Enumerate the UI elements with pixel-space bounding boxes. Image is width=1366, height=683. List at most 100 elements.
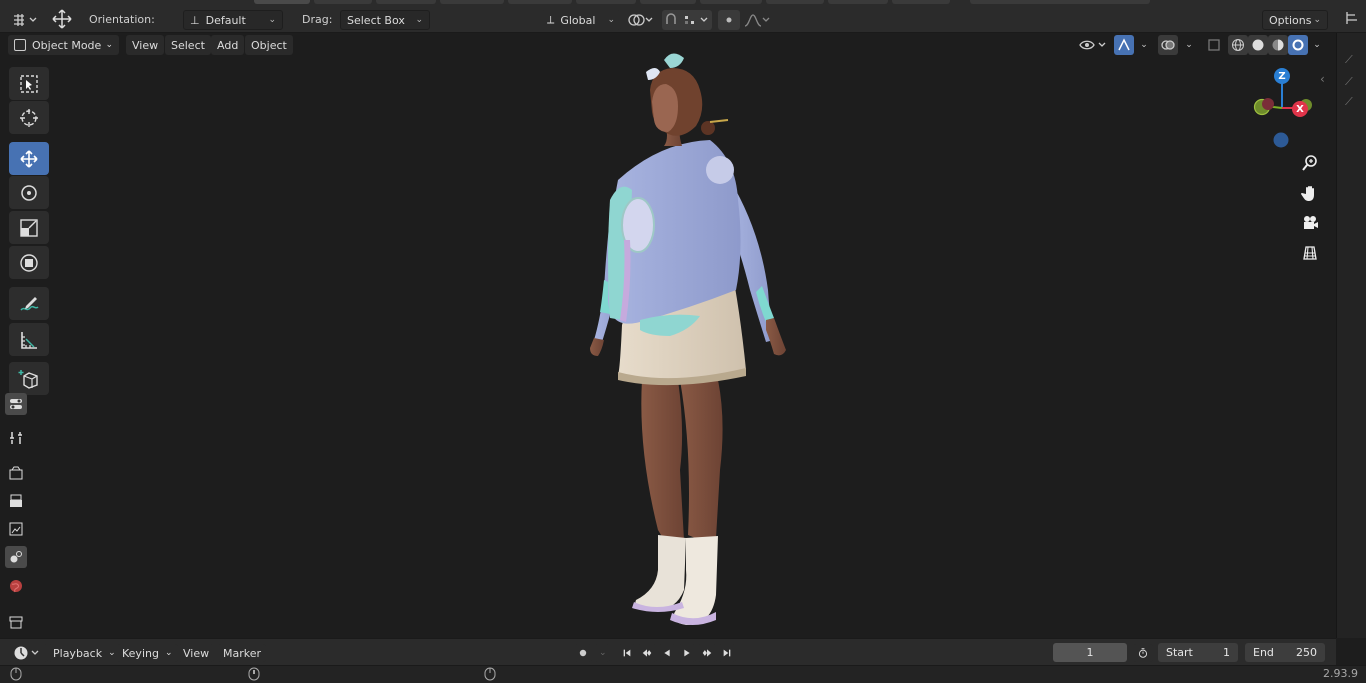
chevron-down-icon[interactable]: ⌄ xyxy=(1308,35,1326,55)
status-bar xyxy=(0,665,1366,683)
add-cube-tool-icon[interactable] xyxy=(9,362,49,395)
workspace-tabs xyxy=(250,0,1150,4)
move-tool-button[interactable] xyxy=(9,142,49,175)
orientation-label: Orientation: xyxy=(89,13,155,26)
menu-add[interactable]: Add xyxy=(211,35,245,55)
sidebar-expand-icon[interactable]: ‹ xyxy=(1320,72,1325,86)
playback-menu[interactable]: Playback ⌄ xyxy=(48,644,121,662)
timeline-editor-type-icon[interactable] xyxy=(8,644,48,662)
menu-view[interactable]: View xyxy=(126,35,165,55)
chevron-down-icon[interactable]: ⌄ xyxy=(1135,35,1153,55)
measure-tool-icon[interactable] xyxy=(9,323,49,356)
chevron-down-icon: ⌄ xyxy=(415,15,423,25)
navigation-gizmo[interactable]: Z X Y xyxy=(1240,62,1320,152)
chevron-down-icon: ⌄ xyxy=(105,40,113,50)
end-value: 250 xyxy=(1296,646,1317,659)
chevron-down-icon: ⌄ xyxy=(607,15,615,25)
chevron-down-icon: ⌄ xyxy=(268,15,276,25)
orthographic-grid-icon[interactable] xyxy=(1297,240,1323,266)
material-preview-icon[interactable] xyxy=(1268,35,1288,55)
world-tab-icon[interactable] xyxy=(5,575,27,597)
object-mode-icon xyxy=(14,39,26,51)
cursor-tool-icon[interactable] xyxy=(9,101,49,134)
zoom-view-icon[interactable] xyxy=(1297,150,1323,176)
snap-toggle-icon[interactable] xyxy=(662,10,712,30)
render-tab-icon[interactable] xyxy=(5,462,27,484)
properties-tab-bar: ⟋ ⟋ ⟋ xyxy=(1336,33,1366,638)
current-frame-value: 1 xyxy=(1086,646,1094,659)
mouse-middle-icon xyxy=(248,667,260,683)
start-frame-field[interactable]: Start 1 xyxy=(1158,643,1238,662)
mouse-right-icon xyxy=(484,667,496,683)
pin-icon[interactable]: ⟋ xyxy=(1345,95,1353,109)
global-axes-icon: ⟂ xyxy=(547,13,555,26)
menu-object[interactable]: Object xyxy=(245,35,293,55)
jump-start-icon[interactable] xyxy=(618,644,636,662)
mode-value: Object Mode xyxy=(32,38,102,52)
menu-select[interactable]: Select xyxy=(165,35,211,55)
mode-dropdown[interactable]: Object Mode ⌄ xyxy=(8,35,119,55)
start-label: Start xyxy=(1166,646,1193,659)
chevron-down-icon: ⌄ xyxy=(164,648,173,658)
mouse-left-icon xyxy=(10,667,22,683)
scale-tool-icon[interactable] xyxy=(9,211,49,244)
output-tab-icon[interactable] xyxy=(5,490,27,512)
pan-hand-icon[interactable] xyxy=(1297,180,1323,206)
transform-orientation-dropdown[interactable]: ⟂ Global ⌄ xyxy=(541,10,621,30)
overlays-toggle-icon[interactable] xyxy=(1158,35,1178,55)
play-icon[interactable] xyxy=(678,644,696,662)
end-frame-field[interactable]: End 250 xyxy=(1245,643,1325,662)
drag-label: Drag: xyxy=(302,13,333,26)
keying-menu[interactable]: Keying ⌄ xyxy=(117,644,178,662)
orientation-value: Default xyxy=(205,13,246,27)
character-model[interactable] xyxy=(560,50,820,625)
pivot-point-icon[interactable] xyxy=(626,10,656,30)
orientation-dropdown[interactable]: ⊥ Default ⌄ xyxy=(183,10,283,30)
proportional-edit-icon[interactable] xyxy=(718,10,740,30)
visibility-dropdown-icon[interactable] xyxy=(1077,35,1109,55)
xray-toggle-icon[interactable] xyxy=(1204,35,1224,55)
move-tool-icon[interactable] xyxy=(48,9,76,29)
gizmo-z-axis[interactable]: Z xyxy=(1274,68,1290,84)
pin-icon[interactable]: ⟋ xyxy=(1345,75,1353,89)
rotate-tool-icon[interactable] xyxy=(9,176,49,209)
options-label: Options xyxy=(1269,13,1312,27)
wireframe-shading-icon[interactable] xyxy=(1228,35,1248,55)
camera-view-icon[interactable] xyxy=(1297,210,1323,236)
outliner-toggle-icon[interactable] xyxy=(1340,8,1364,28)
record-keyframe-icon[interactable] xyxy=(574,644,592,662)
gizmo-toggle-icon[interactable] xyxy=(1114,35,1134,55)
tool-settings-tab-icon[interactable] xyxy=(5,393,27,415)
transform-tool-icon[interactable] xyxy=(9,246,49,279)
current-frame-field[interactable]: 1 xyxy=(1053,643,1127,662)
annotate-tool-icon[interactable] xyxy=(9,287,49,320)
previous-keyframe-icon[interactable] xyxy=(637,644,657,662)
marker-menu[interactable]: Marker xyxy=(218,644,267,662)
chevron-down-icon[interactable]: ⌄ xyxy=(1180,35,1198,55)
timeline-view-menu[interactable]: View xyxy=(178,644,215,662)
jump-end-icon[interactable] xyxy=(718,644,736,662)
falloff-icon[interactable] xyxy=(742,10,772,30)
view-layer-tab-icon[interactable] xyxy=(5,518,27,540)
drag-dropdown[interactable]: Select Box ⌄ xyxy=(340,10,430,30)
end-label: End xyxy=(1253,646,1274,659)
next-keyframe-icon[interactable] xyxy=(697,644,717,662)
editor-type-icon[interactable] xyxy=(10,10,40,30)
gizmo-x-axis[interactable]: X xyxy=(1292,101,1308,117)
pin-icon[interactable]: ⟋ xyxy=(1345,53,1353,67)
preview-range-icon[interactable] xyxy=(1133,644,1153,662)
version-label: 2.93.9 xyxy=(1323,667,1358,680)
options-dropdown[interactable]: Options ⌄ xyxy=(1262,10,1328,30)
collection-tab-icon[interactable] xyxy=(5,611,27,633)
playback-label: Playback xyxy=(53,646,103,660)
select-box-tool-icon[interactable] xyxy=(9,67,49,100)
keying-label: Keying xyxy=(122,646,159,660)
scene-tab-icon[interactable] xyxy=(5,546,27,568)
tool-tab-icon[interactable] xyxy=(5,427,27,449)
chevron-down-icon: ⌄ xyxy=(108,648,116,658)
solid-shading-icon[interactable] xyxy=(1248,35,1268,55)
rendered-shading-icon[interactable] xyxy=(1288,35,1308,55)
chevron-down-icon[interactable]: ⌄ xyxy=(594,644,610,662)
start-value: 1 xyxy=(1223,646,1230,659)
play-reverse-icon[interactable] xyxy=(658,644,676,662)
